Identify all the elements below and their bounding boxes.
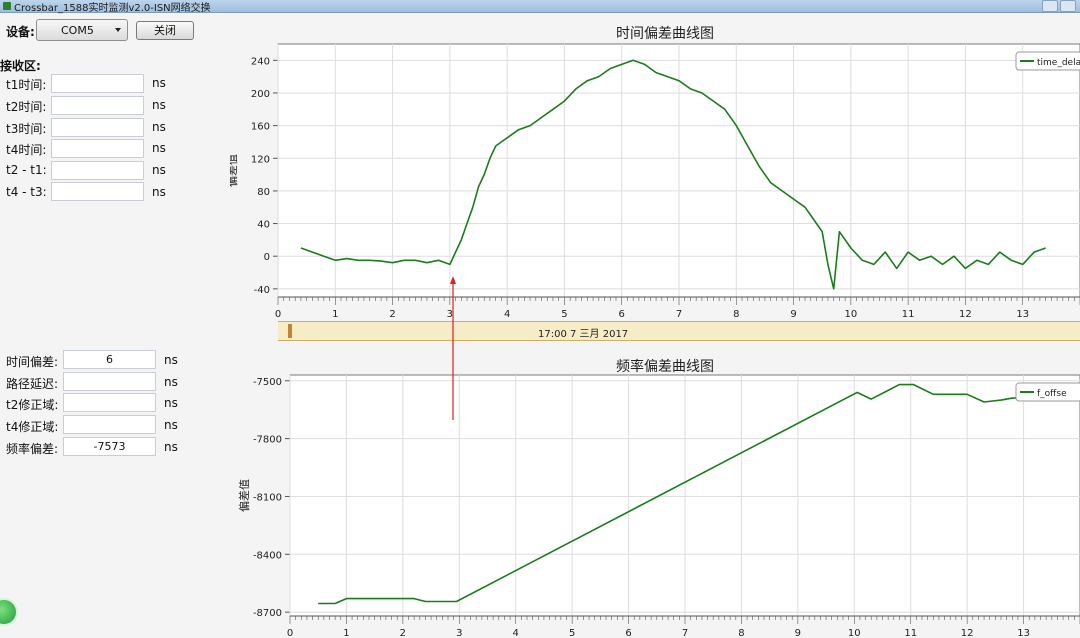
device-select[interactable]: COM5	[36, 19, 128, 41]
app-icon	[3, 2, 11, 10]
legend-label: f_offse	[1037, 389, 1067, 399]
annotation-arrow	[450, 276, 456, 420]
x-tick-label: 4	[513, 628, 519, 638]
x-tick-label: 13	[1017, 628, 1030, 638]
t4-correction-unit: ns	[164, 418, 178, 432]
maximize-icon[interactable]	[1060, 0, 1076, 12]
path-delay-field[interactable]	[63, 372, 156, 391]
t4-t3-field[interactable]	[51, 182, 144, 201]
x-tick-label: 1	[343, 628, 349, 638]
t2-t1-unit: ns	[152, 163, 166, 177]
t2-correction-unit: ns	[164, 396, 178, 410]
t4-label: t4时间:	[6, 143, 47, 157]
freq-offset-label: 频率偏差:	[6, 442, 59, 456]
t2-correction-field[interactable]	[63, 393, 156, 412]
t3-field[interactable]	[51, 118, 144, 137]
time-scrollbar[interactable]: 17:00 7 三月 2017	[278, 321, 1080, 341]
y-tick-label: 0	[264, 252, 270, 263]
x-tick-label: 2	[389, 309, 395, 320]
window-title-bar: Crossbar_1588实时监测v2.0-ISN网络交换	[0, 0, 1080, 14]
freq-offset-field[interactable]: -7573	[63, 437, 156, 456]
legend-label: time_dela	[1037, 58, 1080, 68]
scroll-timestamp: 17:00 7 三月 2017	[538, 329, 629, 340]
x-tick-label: 10	[848, 628, 861, 638]
x-tick-label: 5	[569, 628, 575, 638]
minimize-icon[interactable]	[1042, 0, 1058, 12]
time-offset-label: 时间偏差:	[6, 355, 59, 369]
t2-t1-field[interactable]	[51, 161, 144, 180]
y-tick-label: -40	[254, 285, 270, 296]
x-tick-label: 11	[902, 309, 915, 320]
t4-t3-label: t4 - t3:	[6, 185, 47, 199]
y-tick-label: 40	[257, 220, 270, 231]
x-tick-label: 0	[287, 628, 293, 638]
arrow-head	[450, 276, 456, 284]
freq-offset-chart: -7500-7800-8100-8400-87000 1 2 3 4 5 6 7 8 9 10 11 1…	[237, 374, 1080, 638]
window-controls	[1042, 0, 1076, 12]
window-title: Crossbar_1588实时监测v2.0-ISN网络交换	[14, 3, 211, 14]
y-tick-label: 200	[251, 89, 270, 100]
receive-section-title: 接收区:	[0, 59, 41, 73]
x-tick-label: 6	[619, 309, 625, 320]
y-tick-label: 80	[257, 187, 270, 198]
x-tick-label: 8	[738, 628, 744, 638]
x-tick-label: 11	[904, 628, 917, 638]
x-tick-label: 2	[400, 628, 406, 638]
y-axis-label: 偏差值	[230, 154, 239, 187]
t3-label: t3时间:	[6, 122, 47, 136]
x-tick-label: 7	[682, 628, 688, 638]
time-offset-chart: 24020016012080400-400 1 2 3 4 5 6 7 8 9 10 11 12 13偏差…	[230, 43, 1080, 320]
x-tick-label: 7	[676, 309, 682, 320]
x-tick-label: 9	[790, 309, 796, 320]
t2-label: t2时间:	[6, 100, 47, 114]
x-tick-label: 6	[625, 628, 631, 638]
t3-unit: ns	[152, 120, 166, 134]
t2-t1-label: t2 - t1:	[6, 163, 47, 177]
t2-unit: ns	[152, 98, 166, 112]
y-tick-label: 240	[251, 56, 270, 67]
path-delay-unit: ns	[164, 375, 178, 389]
x-tick-label: 9	[795, 628, 801, 638]
t4-unit: ns	[152, 141, 166, 155]
chevron-down-icon	[115, 28, 121, 32]
x-tick-label: 3	[456, 628, 462, 638]
y-tick-label: -8400	[253, 550, 282, 561]
y-tick-label: 160	[251, 122, 270, 133]
t1-unit: ns	[152, 76, 166, 90]
x-tick-label: 1	[332, 309, 338, 320]
t2-correction-label: t2修正域:	[6, 398, 59, 412]
x-tick-label: 5	[561, 309, 567, 320]
x-tick-label: 12	[961, 628, 974, 638]
device-label: 设备:	[6, 25, 35, 39]
freq-offset-unit: ns	[164, 440, 178, 454]
y-tick-label: -8700	[253, 608, 282, 619]
x-tick-label: 0	[275, 309, 281, 320]
close-button[interactable]: 关闭	[136, 21, 194, 40]
x-tick-label: 12	[959, 309, 972, 320]
y-tick-label: -7800	[253, 435, 282, 446]
t4-t3-unit: ns	[152, 185, 166, 199]
y-tick-label: -7500	[253, 377, 282, 388]
time-offset-field[interactable]: 6	[63, 350, 156, 369]
y-tick-label: 120	[251, 154, 270, 165]
device-select-value: COM5	[61, 24, 94, 37]
t1-field[interactable]	[51, 74, 144, 93]
y-tick-label: -8100	[253, 492, 282, 503]
scroll-thumb[interactable]	[288, 324, 292, 338]
time-offset-unit: ns	[164, 353, 178, 367]
x-tick-label: 13	[1016, 309, 1029, 320]
t1-label: t1时间:	[6, 78, 47, 92]
x-tick-label: 8	[733, 309, 739, 320]
t4-correction-field[interactable]	[63, 415, 156, 434]
t2-field[interactable]	[51, 96, 144, 115]
path-delay-label: 路径延迟:	[6, 377, 59, 391]
x-tick-label: 10	[844, 309, 857, 320]
t4-correction-label: t4修正域:	[6, 420, 59, 434]
y-axis-label: 偏差值	[237, 479, 251, 512]
t4-field[interactable]	[51, 139, 144, 158]
status-badge-icon[interactable]	[0, 598, 18, 626]
x-tick-label: 4	[504, 309, 510, 320]
